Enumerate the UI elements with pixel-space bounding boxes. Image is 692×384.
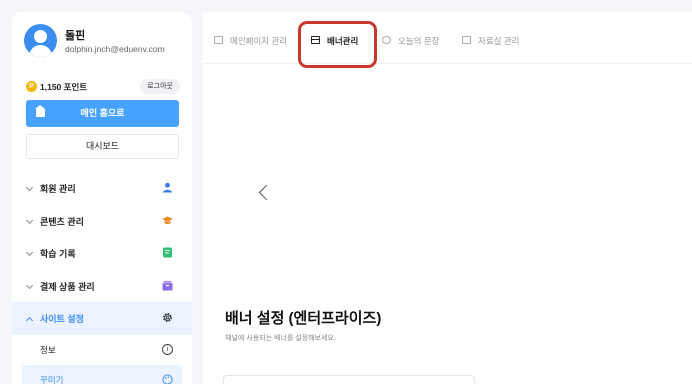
graduation-cap-icon	[162, 216, 173, 224]
sidebar-subitem-info[interactable]: 정보 i	[12, 335, 192, 365]
sidebar-item-label: 콘텐츠 관리	[40, 216, 84, 227]
chevron-down-icon	[25, 281, 34, 289]
sidebar-item-learning-records[interactable]: 학습 기록	[12, 237, 192, 270]
sidebar-subitem-decorate[interactable]: 꾸미기	[22, 364, 182, 384]
sidebar-item-contents[interactable]: 콘텐츠 관리	[12, 205, 192, 238]
sidebar-subitem-label: 정보	[40, 344, 56, 355]
avatar-head-shape	[34, 30, 47, 43]
chat-icon	[382, 36, 391, 44]
avatar-shoulder-shape	[29, 45, 52, 57]
sidebar-menu: 회원 관리 콘텐츠 관리 학습 기록 결제 상품 관리 사이트 설정 정보 i …	[12, 172, 192, 384]
chevron-up-icon	[25, 316, 34, 325]
points-row: P 1,150 포인트 로그아웃	[26, 79, 180, 95]
section-description: 채널에 사용되는 배너를 설정해보세요.	[225, 335, 336, 342]
profile: 돌핀 dolphin.jnch@eduenv.com	[24, 24, 184, 60]
dashboard-button[interactable]: 대시보드	[26, 134, 179, 159]
sidebar: 돌핀 dolphin.jnch@eduenv.com P 1,150 포인트 로…	[12, 12, 192, 384]
sidebar-item-label: 회원 관리	[40, 184, 76, 194]
tab-label: 오늘의 문장	[398, 36, 440, 46]
sidebar-item-label: 사이트 설정	[40, 314, 84, 324]
sidebar-item-label: 학습 기록	[40, 249, 76, 259]
archive-icon	[462, 36, 471, 44]
tab-label: 자료실 관리	[478, 36, 520, 46]
banner-input[interactable]	[223, 375, 475, 384]
chevron-down-icon	[25, 248, 34, 257]
sidebar-item-site-settings[interactable]: 사이트 설정	[12, 302, 192, 335]
person-icon	[163, 182, 172, 193]
gear-icon	[163, 313, 172, 322]
home-icon	[35, 105, 45, 117]
highlight-annotation	[298, 21, 377, 68]
chevron-down-icon	[25, 216, 34, 224]
sidebar-subitem-label: 꾸미기	[40, 374, 64, 384]
tab-bar: 메인페이지 관리 배너관리 오늘의 문장 자료실 관리	[203, 12, 692, 64]
tab-label: 메인페이지 관리	[230, 36, 288, 46]
note-icon	[163, 247, 172, 258]
section-title: 배너 설정 (엔터프라이즈)	[225, 310, 382, 327]
main-content: 메인페이지 관리 배너관리 오늘의 문장 자료실 관리 배너 설정 (엔터프라이…	[203, 12, 692, 384]
avatar[interactable]	[24, 24, 57, 57]
main-home-button[interactable]: 메인 홈으로	[26, 100, 179, 127]
profile-name: 돌핀	[65, 30, 86, 42]
chevron-left-icon[interactable]	[258, 184, 275, 201]
main-home-label: 메인 홈으로	[80, 108, 125, 118]
sidebar-item-label: 결제 상품 관리	[40, 281, 95, 292]
profile-email: dolphin.jnch@eduenv.com	[65, 44, 165, 54]
layout-icon	[214, 36, 223, 44]
points-balance: 1,150 포인트	[40, 82, 88, 92]
sidebar-item-payment-products[interactable]: 결제 상품 관리	[12, 270, 192, 303]
sidebar-item-members[interactable]: 회원 관리	[12, 172, 192, 205]
info-icon: i	[162, 343, 173, 355]
coin-icon: P	[26, 81, 37, 92]
chevron-down-icon	[25, 183, 34, 192]
palette-icon	[162, 373, 173, 384]
box-icon	[162, 280, 173, 290]
logout-button[interactable]: 로그아웃	[140, 79, 180, 94]
app-frame: 돌핀 dolphin.jnch@eduenv.com P 1,150 포인트 로…	[0, 0, 692, 384]
